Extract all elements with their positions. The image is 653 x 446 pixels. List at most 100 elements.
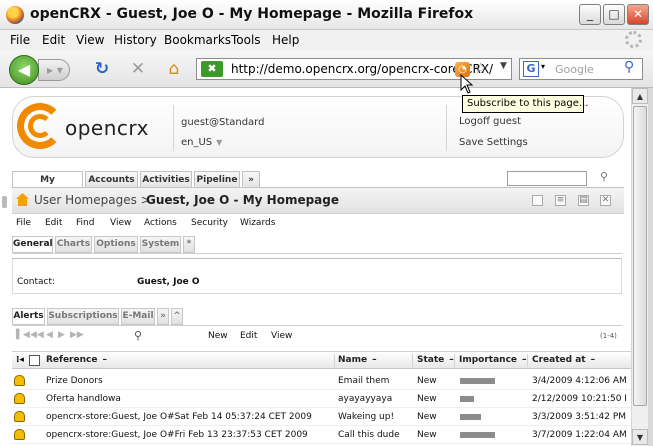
menu-file[interactable]: File [10, 33, 30, 47]
logoff-link[interactable]: Logoff guest [459, 116, 521, 127]
locale-selector[interactable]: en_US ▼ [181, 137, 222, 148]
op-security[interactable]: Security [191, 218, 228, 228]
cell-name[interactable]: Email them [338, 376, 389, 386]
fast-forward-icon[interactable]: ▶▶ [70, 330, 84, 340]
fast-back-icon[interactable]: ◀◀ [30, 330, 44, 340]
column-created-at[interactable]: Created at – [532, 355, 595, 365]
menu-history[interactable]: History [114, 33, 157, 47]
locale-value[interactable]: en_US [181, 137, 212, 148]
search-go-icon[interactable]: ⚲ [624, 59, 634, 75]
google-engine-icon[interactable]: G [523, 61, 539, 77]
split-view-icon[interactable]: ≡ [555, 195, 566, 206]
column-created-at-label[interactable]: Created at [532, 355, 586, 365]
web-search-box[interactable]: G ▾ Google ⚲ [519, 58, 643, 80]
restore-view-icon[interactable] [532, 195, 543, 206]
tab-accounts[interactable]: Accounts [85, 171, 138, 188]
sort-icon[interactable]: – [102, 355, 107, 365]
tab-system[interactable]: System [140, 236, 181, 253]
tab-pipeline[interactable]: Pipeline [194, 171, 240, 188]
bookmark-star-icon[interactable]: ☆ [474, 59, 487, 77]
tab-collapse[interactable]: ^ [171, 308, 183, 325]
grid-new-button[interactable]: New [208, 331, 228, 341]
select-all-checkbox[interactable] [29, 355, 40, 366]
tab-options[interactable]: Options [94, 236, 138, 253]
column-selector-icon[interactable]: ⁞◂ [16, 355, 24, 365]
cell-name[interactable]: ayayayyaya [338, 394, 392, 404]
op-view[interactable]: View [110, 218, 131, 228]
quick-search-icon[interactable]: ⚲ [600, 170, 608, 183]
home-button-icon[interactable]: ⌂ [164, 59, 184, 79]
stop-icon[interactable]: ✕ [128, 59, 148, 79]
cell-name[interactable]: Call this dude [338, 430, 400, 440]
column-name[interactable]: Name – [338, 355, 377, 365]
prev-page-icon[interactable]: ◀ [46, 330, 53, 340]
cell-reference[interactable]: opencrx-store:Guest, Joe O#Sat Feb 14 05… [46, 412, 312, 422]
grid-view-button[interactable]: View [271, 331, 292, 341]
menu-tools[interactable]: Tools [231, 33, 261, 47]
grid-edit-button[interactable]: Edit [240, 331, 257, 341]
menu-help[interactable]: Help [272, 33, 299, 47]
contact-value[interactable]: Guest, Joe O [137, 277, 200, 287]
scroll-up-icon[interactable]: ▲ [632, 88, 648, 104]
sort-icon[interactable]: – [522, 355, 527, 365]
tab-subscriptions[interactable]: Subscriptions [47, 308, 119, 325]
minimize-button[interactable]: _ [579, 4, 601, 25]
column-reference[interactable]: Reference – [46, 355, 107, 365]
sort-icon[interactable]: – [591, 355, 596, 365]
back-button[interactable]: ◀ [9, 55, 39, 85]
tab-activities[interactable]: Activities [140, 171, 192, 188]
first-page-icon[interactable]: ▌◀ [16, 330, 30, 340]
sort-icon[interactable]: – [372, 355, 377, 365]
cell-reference[interactable]: Prize Donors [46, 376, 103, 386]
op-wizards[interactable]: Wizards [240, 218, 275, 228]
grid-search-icon[interactable]: ⚲ [134, 329, 142, 342]
scrollbar-thumb[interactable] [633, 106, 647, 406]
op-find[interactable]: Find [76, 218, 94, 228]
scroll-down-icon[interactable]: ▼ [632, 429, 648, 445]
address-url[interactable]: http://demo.opencrx.org/opencrx-core-CRX… [231, 62, 493, 76]
close-view-icon[interactable]: ✕ [600, 195, 611, 206]
save-settings-link[interactable]: Save Settings [459, 137, 528, 148]
table-row[interactable]: opencrx-store:Guest, Joe O#Sat Feb 14 05… [12, 408, 631, 426]
sidebar-handle[interactable] [2, 196, 7, 208]
reload-icon[interactable]: ↻ [92, 59, 112, 79]
tab-email[interactable]: E-Mail [121, 308, 155, 325]
menu-edit[interactable]: Edit [42, 33, 65, 47]
column-state-label[interactable]: State [417, 355, 444, 365]
menu-view[interactable]: View [76, 33, 104, 47]
tab-general[interactable]: General [12, 236, 53, 253]
tab-my-homepage[interactable]: My Homepage [12, 171, 83, 201]
column-name-label[interactable]: Name [338, 355, 367, 365]
tab-charts[interactable]: Charts [55, 236, 92, 253]
op-edit[interactable]: Edit [45, 218, 62, 228]
maximize-button[interactable]: □ [603, 4, 625, 25]
cell-name[interactable]: Wakeing up! [338, 412, 394, 422]
table-row[interactable]: opencrx-store:Guest, Joe O#Fri Feb 13 23… [12, 426, 631, 444]
tab-star[interactable]: * [183, 236, 195, 253]
op-file[interactable]: File [16, 218, 31, 228]
breadcrumb-parent[interactable]: User Homepages > [34, 193, 151, 207]
close-button[interactable]: ✕ [627, 4, 649, 25]
forward-button[interactable]: ▸ ▾ [38, 59, 70, 81]
next-page-icon[interactable]: ▶ [58, 330, 65, 340]
column-state[interactable]: State – [417, 355, 454, 365]
cell-reference[interactable]: Oferta handlowa [46, 394, 121, 404]
table-row[interactable]: Oferta handlowa ayayayyaya New 2/12/2009… [12, 390, 631, 408]
tab-more-grids[interactable]: » [157, 308, 169, 325]
locale-caret-icon[interactable]: ▼ [216, 138, 222, 147]
engine-dropdown-icon[interactable]: ▾ [541, 62, 545, 71]
tab-more[interactable]: » [242, 171, 260, 188]
column-reference-label[interactable]: Reference [46, 355, 97, 365]
page-scrollbar[interactable]: ▲ ▼ [631, 88, 648, 446]
table-row[interactable]: Prize Donors Email them New 3/4/2009 4:1… [12, 372, 631, 390]
print-view-icon[interactable]: ▤ [578, 195, 589, 206]
quick-search-input[interactable] [507, 171, 587, 186]
op-actions[interactable]: Actions [144, 218, 177, 228]
column-importance[interactable]: Importance – [459, 355, 527, 365]
column-importance-label[interactable]: Importance [459, 355, 517, 365]
search-input[interactable]: Google [555, 63, 594, 76]
home-icon[interactable] [16, 193, 29, 206]
cell-reference[interactable]: opencrx-store:Guest, Joe O#Fri Feb 13 23… [46, 430, 308, 440]
url-dropdown-icon[interactable]: ▼ [500, 61, 507, 71]
menu-bookmarks[interactable]: Bookmarks [164, 33, 231, 47]
